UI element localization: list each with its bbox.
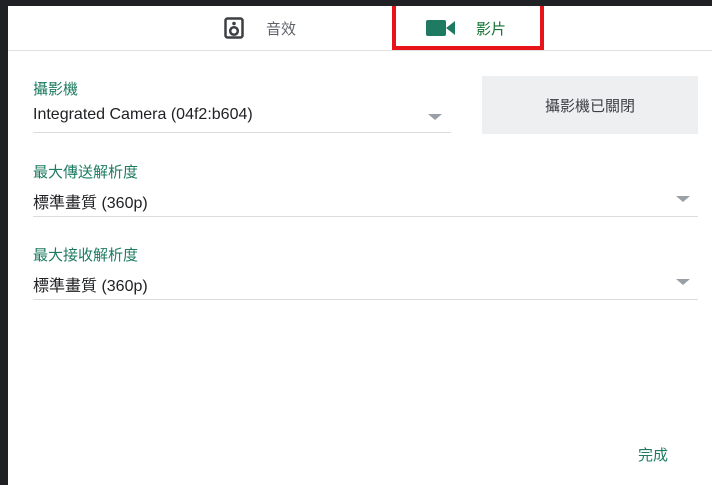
camera-underline xyxy=(33,132,451,133)
receive-resolution-underline xyxy=(33,299,698,300)
camera-status-text: 攝影機已關閉 xyxy=(544,97,635,115)
receive-resolution-value: 標準畫質 (360p) xyxy=(33,278,148,295)
window-left-border xyxy=(0,0,8,485)
camera-preview: 攝影機已關閉 xyxy=(482,76,698,134)
videocam-icon xyxy=(426,19,456,37)
tab-video[interactable]: 影片 xyxy=(396,6,540,50)
tab-audio-label: 音效 xyxy=(266,20,297,38)
send-resolution-select[interactable]: 最大傳送解析度 標準畫質 (360p) xyxy=(33,159,698,217)
settings-tabbar: 音效 影片 xyxy=(8,6,712,51)
caret-down-icon xyxy=(428,114,442,120)
tab-video-label: 影片 xyxy=(476,20,507,38)
tab-audio[interactable]: 音效 xyxy=(224,6,296,50)
done-button[interactable]: 完成 xyxy=(638,444,668,465)
send-resolution-value: 標準畫質 (360p) xyxy=(33,195,148,212)
camera-value: Integrated Camera (04f2:b604) xyxy=(33,106,253,123)
caret-down-icon xyxy=(676,196,690,202)
speaker-icon xyxy=(224,17,244,39)
send-resolution-underline xyxy=(33,216,698,217)
caret-down-icon xyxy=(676,279,690,285)
receive-resolution-select[interactable]: 最大接收解析度 標準畫質 (360p) xyxy=(33,242,698,300)
camera-select[interactable]: 攝影機 Integrated Camera (04f2:b604) xyxy=(33,76,451,134)
send-resolution-label: 最大傳送解析度 xyxy=(33,164,139,181)
settings-dialog: 音效 影片 攝影機 Integrated Camera (04f2:b604) … xyxy=(8,6,712,485)
camera-label: 攝影機 xyxy=(33,81,79,98)
receive-resolution-label: 最大接收解析度 xyxy=(33,247,139,264)
